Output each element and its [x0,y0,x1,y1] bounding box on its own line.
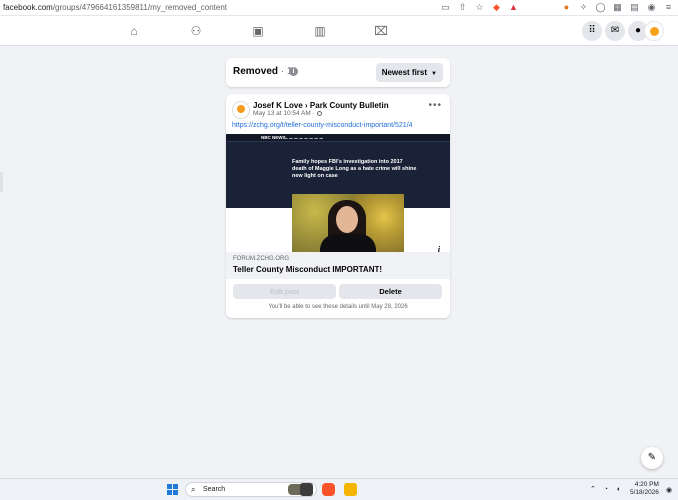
search-icon: ⌕ [191,485,196,494]
account-icon[interactable]: ◯ [595,2,606,13]
url-path: /groups/479664161359811/my_removed_conte… [52,3,228,12]
removed-post-card: Josef K Love › Park County Bulletin May … [226,94,450,318]
author-avatar[interactable] [232,101,250,119]
preview-title: Teller County Misconduct IMPORTANT! [233,265,383,274]
menu-icon[interactable]: ≡ [663,2,674,13]
menu-grid-icon[interactable]: ⠿ [582,21,602,41]
taskbar-search[interactable]: ⌕ Search [185,482,317,497]
retention-notice: You'll be able to see these details unti… [268,304,408,310]
bookmark-icon[interactable]: ☆ [474,2,485,13]
task-view-icon[interactable] [300,483,313,496]
facebook-top-nav: ⌂ ⚇ ▣ ▥ ⌧ ⠿ ✉ ● [0,16,678,46]
brave-shield-icon[interactable]: ◆ [491,2,502,13]
more-options-icon[interactable]: ••• [428,100,442,111]
link-preview-footer[interactable]: FORUM.ZCHG.ORG Teller County Misconduct … [226,252,450,279]
share-icon[interactable]: ⇧ [457,2,468,13]
nbc-menu-strip: ▬ ▬ ▬ ▬ ▬ ▬ ▬ ▬ [284,136,324,140]
browser-address-bar[interactable]: facebook.com/groups/479664161359811/my_r… [0,0,678,16]
search-placeholder: Search [203,486,226,493]
side-panel-handle[interactable] [0,172,3,192]
home-icon[interactable]: ⌂ [127,24,141,38]
file-explorer-icon[interactable] [344,483,357,496]
caret-down-icon: ▼ [431,71,437,77]
preview-domain: FORUM.ZCHG.ORG [233,256,289,262]
article-photo [292,194,404,252]
messenger-icon[interactable]: ✉ [605,21,625,41]
extensions-icon[interactable]: ▦ [612,2,623,13]
article-headline: Family hopes FBI's investigation into 20… [292,159,417,179]
marketplace-icon[interactable]: ▥ [313,24,327,38]
profile-avatar[interactable] [644,21,664,41]
edit-post-button[interactable]: Edit post [233,284,336,299]
system-tray-icons[interactable]: ⌃ ◔ ◖ [590,485,623,493]
friends-icon[interactable]: ⚇ [189,24,203,38]
sort-dropdown[interactable]: Newest first ▼ [375,63,443,82]
windows-taskbar: ⌕ Search ⌃ ◔ ◖ 4:20 PM 5/18/2026 ◉ [0,478,678,500]
post-author[interactable]: Josef K Love › Park County Bulletin [253,101,389,110]
page-title-text: Removed [233,66,279,77]
browser-toolbar-icons: ▭ ⇧ ☆ ◆ ▲ ● ✧ ◯ ▦ ▤ ◉ ≡ [440,2,674,13]
compose-icon[interactable]: ✎ [641,447,663,469]
removed-header-card: Removed · 1 i Newest first ▼ [226,58,450,87]
wallet-icon[interactable]: ▤ [629,2,640,13]
url-host: facebook.com [3,3,53,12]
post-time-text: May 13 at 10:54 AM · [253,110,315,117]
watch-icon[interactable]: ▣ [251,24,265,38]
page-title: Removed · 1 [233,66,292,77]
metamask-icon[interactable]: ● [561,2,572,13]
windows-start-icon[interactable] [167,484,178,495]
globe-icon [316,110,322,116]
sort-label: Newest first [381,68,428,77]
nbc-logo: NBC NEWS [261,135,286,140]
link-preview-image[interactable]: NBC NEWS ▬ ▬ ▬ ▬ ▬ ▬ ▬ ▬ Family hopes FB… [226,134,450,256]
profile-icon[interactable]: ◉ [646,2,657,13]
delete-button[interactable]: Delete [339,284,442,299]
brave-browser-icon[interactable] [322,483,335,496]
post-timestamp[interactable]: May 13 at 10:54 AM · [253,110,322,117]
brave-rewards-icon[interactable]: ▲ [508,2,519,13]
url-text[interactable]: facebook.com/groups/479664161359811/my_r… [0,3,227,12]
reader-icon[interactable]: ▭ [440,2,451,13]
clock[interactable]: 4:20 PM 5/18/2026 [630,481,659,497]
groups-icon[interactable]: ⌧ [374,24,388,38]
info-icon[interactable]: i [289,67,298,76]
clock-time: 4:20 PM [634,481,659,488]
clock-date: 5/18/2026 [630,489,659,496]
notification-bell-icon[interactable]: ◉ [666,486,672,494]
post-link[interactable]: https://zchg.org/t/teller-county-miscond… [232,122,413,129]
extension-icon[interactable]: ✧ [578,2,589,13]
